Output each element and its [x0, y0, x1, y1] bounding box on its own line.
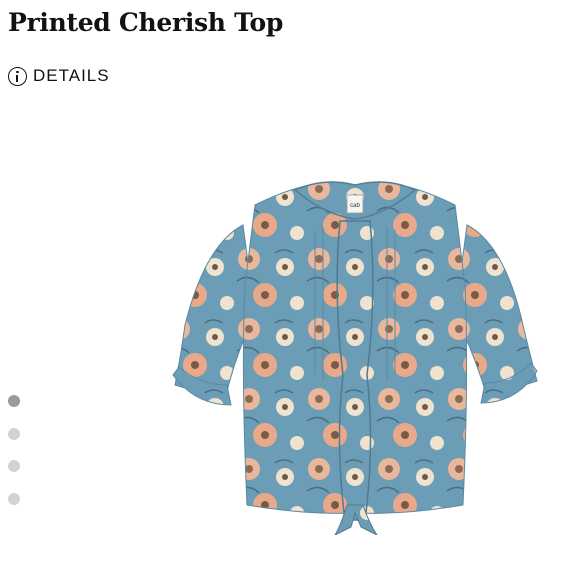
- gallery-dot-1[interactable]: [8, 395, 20, 407]
- gallery-pagination: [8, 395, 20, 525]
- info-icon: [8, 66, 27, 86]
- details-label: DETAILS: [33, 66, 110, 85]
- gallery-dot-4[interactable]: [8, 492, 20, 505]
- details-toggle[interactable]: DETAILS: [8, 64, 110, 88]
- product-image: cab: [165, 175, 545, 537]
- product-title: Printed Cherish Top: [8, 8, 284, 37]
- ruffle-placket: [336, 220, 374, 521]
- gallery-dot-2[interactable]: [8, 427, 20, 440]
- gallery-dot-3[interactable]: [8, 460, 20, 472]
- brand-label: cab: [350, 203, 360, 209]
